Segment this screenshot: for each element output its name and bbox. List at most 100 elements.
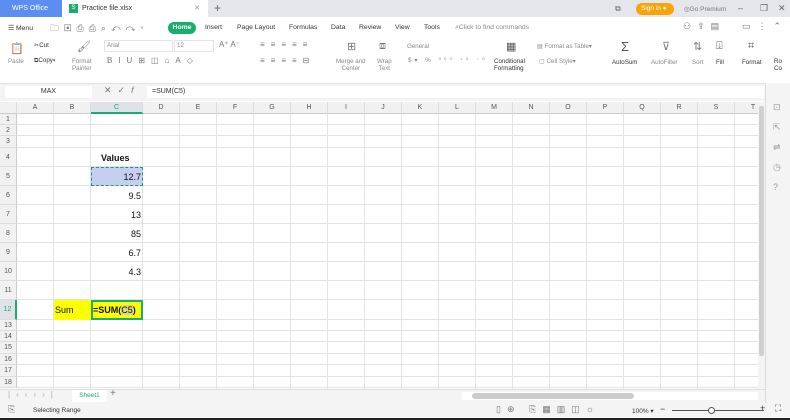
column-header-n[interactable]: N <box>513 102 550 114</box>
cell-c9[interactable]: 6.7 <box>91 248 141 258</box>
cell-c12-formula[interactable]: =SUM(C5) <box>93 305 136 315</box>
view-mode-icons[interactable]: ▯⊕ ⎘▦▥◫☼ <box>496 404 600 415</box>
autosum-button[interactable]: AutoSum <box>612 59 637 66</box>
row-header-9[interactable]: 9 <box>0 243 17 262</box>
row-header-14[interactable]: 14 <box>0 331 17 342</box>
autosum-icon[interactable]: Σ <box>621 39 629 54</box>
tab-home[interactable]: Home <box>168 22 196 34</box>
sheet-nav-icons[interactable]: |‹‹››| <box>8 390 59 399</box>
column-header-l[interactable]: L <box>439 102 476 114</box>
merge-icon[interactable]: ⊞ <box>347 40 356 53</box>
vertical-scrollbar[interactable] <box>758 102 765 389</box>
column-header-j[interactable]: J <box>365 102 402 114</box>
fill-icon[interactable]: ⍗ <box>716 40 723 53</box>
name-box[interactable]: MAX <box>5 86 92 98</box>
rows-columns-button[interactable]: Ro Co <box>774 58 782 72</box>
number-format-icons[interactable]: $▾ % ⁰⁰⁰ ⁺⁰ ⁻⁰ <box>408 57 488 64</box>
tab-page-layout[interactable]: Page Layout <box>237 24 275 31</box>
macro-icon[interactable]: ⎘ <box>8 404 15 415</box>
horizontal-scrollbar[interactable] <box>462 392 758 400</box>
column-header-b[interactable]: B <box>54 102 91 114</box>
merge-center-button[interactable]: Merge and Center <box>336 58 366 72</box>
conditional-formatting-icon[interactable]: ▦ <box>506 40 516 53</box>
go-premium-button[interactable]: ◎Go Premium <box>684 5 726 13</box>
column-header-o[interactable]: O <box>550 102 587 114</box>
minimize-icon[interactable]: – <box>738 3 743 13</box>
format-painter-button[interactable]: Format Painter <box>72 58 92 72</box>
number-format-select[interactable]: General <box>405 41 485 52</box>
row-header-13[interactable]: 13 <box>0 320 17 331</box>
conditional-formatting-button[interactable]: Conditional Formatting <box>494 58 525 72</box>
cut-button[interactable]: ✂Cut <box>34 42 49 49</box>
sign-in-button[interactable]: Sign in ● <box>636 3 674 15</box>
column-header-c[interactable]: C <box>91 102 143 114</box>
zoom-level[interactable]: 100% ▾ <box>632 407 654 415</box>
side-panel-icons[interactable]: ⊡ ⇱ ⇌ ◷? <box>773 97 781 197</box>
row-header-11[interactable]: 11 <box>0 281 17 300</box>
column-header-s[interactable]: S <box>698 102 735 114</box>
autofilter-button[interactable]: AutoFilter <box>651 59 677 66</box>
column-header-q[interactable]: Q <box>624 102 661 114</box>
cell-c5[interactable]: 12.7 <box>91 172 141 182</box>
sheet-tab-sheet1[interactable]: Sheet1 <box>72 390 107 402</box>
cell-c10[interactable]: 4.3 <box>91 267 141 277</box>
format-painter-icon[interactable]: 🖌 <box>77 40 91 53</box>
command-search[interactable]: ⌕Click to find commands <box>455 24 529 32</box>
new-tab-icon[interactable]: + <box>214 1 221 15</box>
row-header-17[interactable]: 17 <box>0 365 17 377</box>
paste-button[interactable]: Paste <box>8 58 24 65</box>
row-header-7[interactable]: 7 <box>0 205 17 224</box>
tab-review[interactable]: Review <box>359 24 381 31</box>
column-header-f[interactable]: F <box>217 102 254 114</box>
column-header-i[interactable]: I <box>328 102 365 114</box>
row-header-15[interactable]: 15 <box>0 342 17 354</box>
font-size-select[interactable]: 12 <box>174 40 214 52</box>
tab-insert[interactable]: Insert <box>205 24 222 31</box>
row-header-4[interactable]: 4 <box>0 148 17 167</box>
paste-icon[interactable]: 📋 <box>10 42 24 55</box>
close-tab-icon[interactable]: ✕ <box>194 0 200 17</box>
row-header-5[interactable]: 5 <box>0 167 17 186</box>
quick-access-icons[interactable]: 🗀▣⎙⎙⌕↶↷▿ <box>50 21 149 37</box>
font-style-icons[interactable]: BIU⊞◫⌂A◇ <box>107 56 199 65</box>
share-icons[interactable]: ⚇⇪▤ <box>683 21 725 32</box>
tab-data[interactable]: Data <box>331 24 345 31</box>
fill-button[interactable]: Fill <box>716 59 724 66</box>
column-header-m[interactable]: M <box>476 102 513 114</box>
spreadsheet-grid[interactable]: A B C D E F G H I J K L M N O P Q R S T 1 2 3 4 5 6 7 8 9 10 11 12 13 14 1… <box>0 102 758 389</box>
column-header-a[interactable]: A <box>17 102 54 114</box>
column-header-r[interactable]: R <box>661 102 698 114</box>
comment-more-collapse-icons[interactable]: ▭⋮⌃ <box>742 21 788 32</box>
wps-office-tab[interactable]: WPS Office <box>0 0 62 17</box>
window-count-icon[interactable]: ⧉ <box>615 4 621 14</box>
column-header-e[interactable]: E <box>180 102 217 114</box>
cell-c4[interactable]: Values <box>101 153 130 163</box>
column-header-k[interactable]: K <box>402 102 439 114</box>
wrap-icon[interactable]: ⧈ <box>379 40 386 53</box>
column-header-d[interactable]: D <box>143 102 180 114</box>
column-header-g[interactable]: G <box>254 102 291 114</box>
format-as-table-button[interactable]: ▤ Format as Table▾ <box>537 43 592 50</box>
sort-icon[interactable]: ⇅ <box>693 40 702 53</box>
column-header-t[interactable]: T <box>735 102 758 114</box>
format-icon[interactable]: ⌗ <box>748 40 754 53</box>
row-header-8[interactable]: 8 <box>0 224 17 243</box>
row-header-18[interactable]: 18 <box>0 377 17 388</box>
row-header-12[interactable]: 12 <box>0 300 17 320</box>
alignment-icons-2[interactable]: ≡≡≡≡⊟ <box>260 56 315 65</box>
tab-view[interactable]: View <box>395 24 410 31</box>
filter-icon[interactable]: ⊽ <box>662 40 670 53</box>
tab-formulas[interactable]: Formulas <box>289 24 317 31</box>
zoom-slider[interactable] <box>672 407 764 414</box>
row-header-16[interactable]: 16 <box>0 354 17 365</box>
cell-c8[interactable]: 85 <box>91 229 141 239</box>
row-header-3[interactable]: 3 <box>0 136 17 148</box>
format-button[interactable]: Format <box>742 59 762 66</box>
sort-button[interactable]: Sort <box>692 59 703 66</box>
zoom-out-icon[interactable]: − <box>660 404 665 414</box>
add-sheet-icon[interactable]: + <box>110 388 116 399</box>
menu-button[interactable]: ☰ Menu <box>8 24 33 32</box>
row-header-1[interactable]: 1 <box>0 114 17 125</box>
zoom-in-icon[interactable]: + <box>760 403 765 413</box>
row-header-10[interactable]: 10 <box>0 262 17 281</box>
